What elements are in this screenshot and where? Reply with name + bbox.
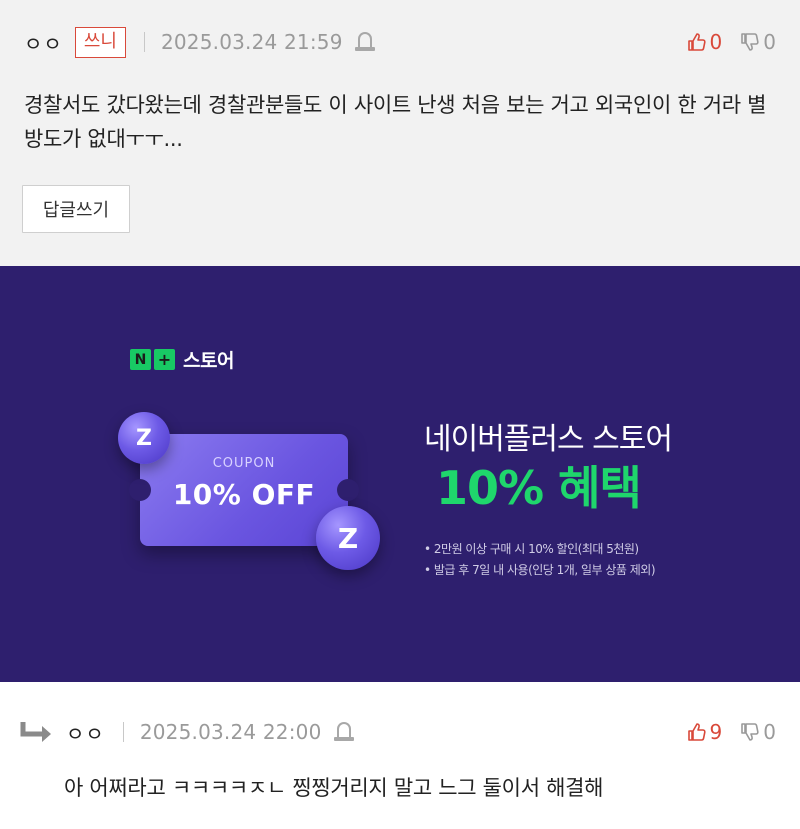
reply-arrow-icon [20,722,51,742]
thumbs-down-icon [741,33,759,51]
coin-icon: Z [316,506,380,570]
reply-button[interactable]: 답글쓰기 [22,185,130,233]
comment-timestamp: 2025.03.24 21:59 [160,30,343,54]
comment-meta: ㅇㅇ 2025.03.24 22:00 9 0 [20,712,776,752]
naver-plus-store-logo: N + 스토어 [130,346,234,373]
vote-group: 0 0 [687,30,776,54]
comment-meta: ㅇㅇ 쓰니 2025.03.24 21:59 0 0 [24,22,776,62]
coupon-value: 10% OFF [172,478,316,511]
ad-notes: • 2만원 이상 구매 시 10% 할인(최대 5천원) • 발급 후 7일 내… [424,539,656,581]
thumbs-up-icon [687,33,706,51]
comment-author[interactable]: ㅇㅇ [66,718,105,747]
author-badge: 쓰니 [74,26,126,58]
upvote-count: 0 [709,30,723,54]
ad-note: • 발급 후 7일 내 사용(인당 1개, 일부 상품 제외) [424,563,656,577]
coupon-label: COUPON [212,456,276,471]
comment-timestamp: 2025.03.24 22:00 [139,720,322,744]
comment-item: ㅇㅇ 쓰니 2025.03.24 21:59 0 0 경찰서도 갔다왔는데 경찰… [0,0,800,266]
logo-text: 스토어 [183,350,234,372]
thumbs-down-icon [741,723,759,741]
downvote-button[interactable]: 0 [740,30,776,54]
coin-icon: Z [118,412,170,464]
thumbs-up-icon [687,723,706,741]
downvote-count: 0 [763,720,776,744]
ad-banner[interactable]: N + 스토어 COUPON 10% OFF Z Z 네이버플러스 스토어 10… [0,266,800,682]
downvote-count: 0 [763,30,776,54]
downvote-button[interactable]: 0 [740,720,776,744]
ad-benefit: 10% 혜택 [436,461,642,515]
upvote-count: 9 [709,720,723,744]
upvote-button[interactable]: 0 [687,30,723,54]
siren-report-icon[interactable] [333,721,354,743]
vote-group: 9 0 [687,720,776,744]
divider [143,32,145,52]
ad-note: • 2만원 이상 구매 시 10% 할인(최대 5천원) [424,542,639,556]
comment-text: 아 어쩌라고 ㅋㅋㅋㅋㅈㄴ 찡찡거리지 말고 느그 둘이서 해결해 [64,776,604,800]
comment-text: 경찰서도 갔다왔는데 경찰관분들도 이 사이트 난생 처음 보는 거고 외국인이… [24,93,767,151]
upvote-button[interactable]: 9 [687,720,723,744]
logo-plus-mark: + [154,349,175,370]
divider [122,722,124,742]
logo-n-mark: N [130,349,151,370]
reply-item: ㅇㅇ 2025.03.24 22:00 9 0 아 어쩌라고 ㅋㅋㅋㅋㅈㄴ 찡찡… [0,682,800,829]
comment-author[interactable]: ㅇㅇ [24,28,63,57]
siren-report-icon[interactable] [354,31,375,53]
